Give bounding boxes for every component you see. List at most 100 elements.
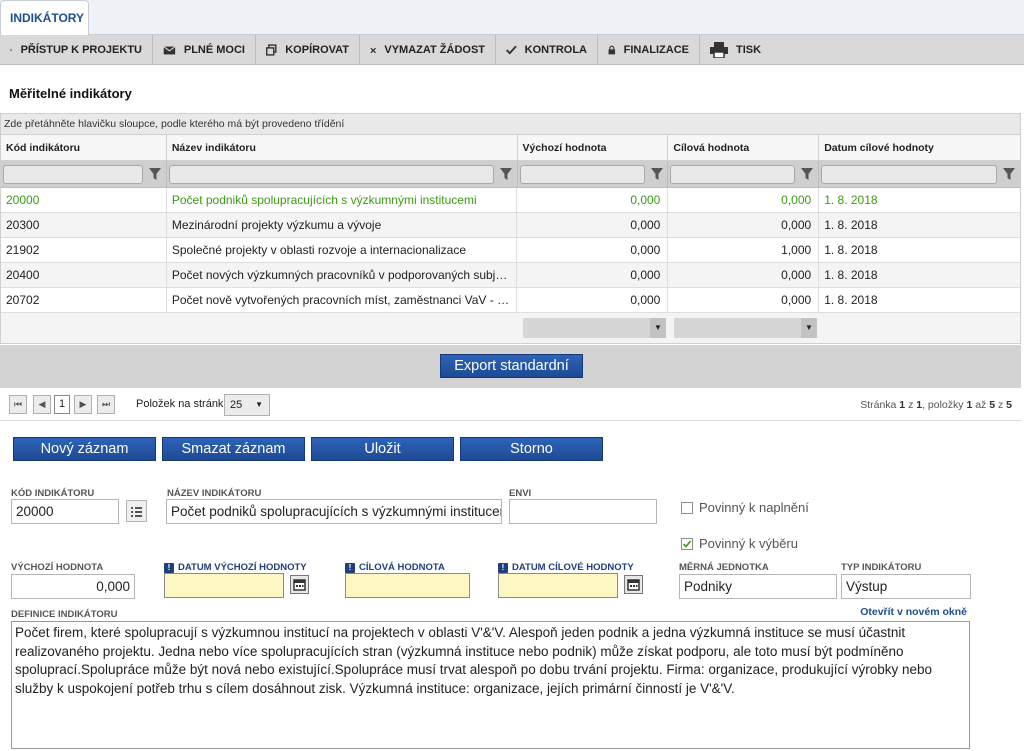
required-icon: ! [164,563,174,573]
envelope-icon [163,45,176,54]
merna-field[interactable]: Podniky [679,574,837,599]
page-size-value: 25 [230,399,243,411]
copy-button[interactable]: KOPÍROVAT [256,35,360,65]
grid-filter-row [1,161,1020,188]
column-header-nazev[interactable]: Název indikátoru [167,135,518,160]
next-page-button[interactable]: ▶ [74,395,92,414]
check-icon [506,45,517,55]
delete-record-button[interactable]: Smazat záznam [162,437,305,461]
check-button[interactable]: KONTROLA [496,35,598,65]
status-from: 1 [966,399,973,411]
status-page: 1 [899,399,906,411]
status-prefix: Stránka [860,399,897,411]
check-icon [682,540,692,548]
aggregate-select-cilova[interactable]: ▼ [674,318,817,338]
toolbar: PŘÍSTUP K PROJEKTU PLNÉ MOCI KOPÍROVAT V… [0,35,1024,65]
cell-kod: 20400 [1,263,167,287]
first-page-button[interactable]: ⏮ [9,395,27,414]
datum-vychozi-label: ! DATUM VÝCHOZÍ HODNOTY [164,562,307,573]
kod-picker-button[interactable] [126,500,147,522]
column-header-kod[interactable]: Kód indikátoru [1,135,167,160]
tab-indikatory[interactable]: INDIKÁTORY [0,0,89,36]
datum-vychozi-field[interactable] [164,573,284,598]
filter-input-vychozi[interactable] [519,164,645,184]
datum-vychozi-calendar-button[interactable] [290,575,309,594]
table-row[interactable]: 21902 Společné projekty v oblasti rozvoj… [1,238,1020,263]
filter-icon[interactable] [499,167,513,181]
chevron-down-icon: ▼ [255,400,263,409]
typ-field[interactable]: Výstup [841,574,971,599]
cell-nazev: Společné projekty v oblasti rozvoje a in… [167,238,518,262]
calendar-icon [293,579,306,591]
prev-page-button[interactable]: ◀ [33,395,51,414]
delete-request-button[interactable]: VYMAZAT ŽÁDOST [360,35,496,65]
table-row[interactable]: 20400 Počet nových výzkumných pracovníků… [1,263,1020,288]
status-total-items: 5 [1006,399,1012,411]
filter-icon[interactable] [800,167,814,181]
definice-textarea[interactable]: Počet firem, které spolupracují s výzkum… [11,621,970,749]
status-of: z [908,399,914,411]
cell-cilova: 1,000 [668,238,820,262]
cell-datum: 1. 8. 2018 [824,268,878,282]
cilova-label: ! CÍLOVÁ HODNOTA [345,562,445,573]
aggregate-select-vychozi[interactable]: ▼ [523,318,666,338]
export-standard-button[interactable]: Export standardní [440,354,583,378]
filter-input-cilova[interactable] [670,164,796,184]
cell-vychozi: 0,000 [517,288,669,312]
column-header-cilova[interactable]: Cílová hodnota [668,135,820,160]
finalize-button[interactable]: FINALIZACE [598,35,700,65]
open-new-window-link[interactable]: Otevřít v novém okně [860,606,967,618]
cell-vychozi: 0,000 [517,213,669,237]
required-icon: ! [498,563,508,573]
grid-header-row: Kód indikátoru Název indikátoru Výchozí … [1,135,1020,161]
table-row[interactable]: 20000 Počet podniků spolupracujících s v… [1,188,1020,213]
column-header-vychozi[interactable]: Výchozí hodnota [518,135,669,160]
filter-input-nazev[interactable] [168,164,494,184]
datum-cilove-field[interactable] [498,573,618,598]
povinny-naplneni-label: Povinný k naplnění [699,500,809,515]
table-row[interactable]: 20300 Mezinárodní projekty výzkumu a výv… [1,213,1020,238]
last-page-button[interactable]: ⏭ [97,395,115,414]
cancel-button[interactable]: Storno [460,437,603,461]
filter-cell [167,161,518,187]
cell-datum: 1. 8. 2018 [824,293,878,307]
group-by-hint: Zde přetáhněte hlavičku sloupce, podle k… [1,114,1020,135]
filter-icon[interactable] [148,167,162,181]
save-button[interactable]: Uložit [311,437,454,461]
copy-icon [266,44,277,56]
powers-of-attorney-button[interactable]: PLNÉ MOCI [153,35,256,65]
chevron-down-icon: ▼ [801,318,817,338]
filter-icon[interactable] [650,167,664,181]
kod-field[interactable]: 20000 [11,499,119,524]
filter-icon[interactable] [1002,167,1016,181]
powers-label: PLNÉ MOCI [183,44,245,56]
page-size-select[interactable]: 25 ▼ [224,394,270,416]
filter-input-kod[interactable] [3,164,143,184]
cell-vychozi: 0,000 [517,188,669,212]
cell-cilova: 0,000 [668,188,820,212]
povinny-vyberu-label: Povinný k výběru [699,536,798,551]
vychozi-field[interactable]: 0,000 [11,574,135,599]
table-row[interactable]: 20702 Počet nově vytvořených pracovních … [1,288,1020,313]
current-page-input[interactable]: 1 [54,395,70,414]
datum-cilove-calendar-button[interactable] [624,575,643,594]
envi-field[interactable] [509,499,657,524]
access-project-button[interactable]: PŘÍSTUP K PROJEKTU [0,35,153,65]
filter-cell [1,161,167,187]
cell-vychozi: 0,000 [517,263,669,287]
cell-kod: 20300 [1,213,167,237]
printer-icon [710,42,728,58]
filter-input-datum[interactable] [821,164,998,184]
nazev-field[interactable]: Počet podniků spolupracujících s výzkumn… [166,499,502,524]
print-button[interactable]: TISK [700,35,772,65]
povinny-vyberu-checkbox[interactable] [681,538,693,550]
cell-datum: 1. 8. 2018 [824,218,878,232]
new-record-button[interactable]: Nový záznam [13,437,156,461]
lock-icon [608,45,616,55]
cross-icon [370,47,376,53]
cilova-field[interactable] [345,573,470,598]
povinny-naplneni-checkbox[interactable] [681,502,693,514]
check-label: KONTROLA [524,44,587,56]
cell-nazev: Počet nových výzkumných pracovníků v pod… [167,263,518,287]
column-header-datum[interactable]: Datum cílové hodnoty [819,135,1020,160]
